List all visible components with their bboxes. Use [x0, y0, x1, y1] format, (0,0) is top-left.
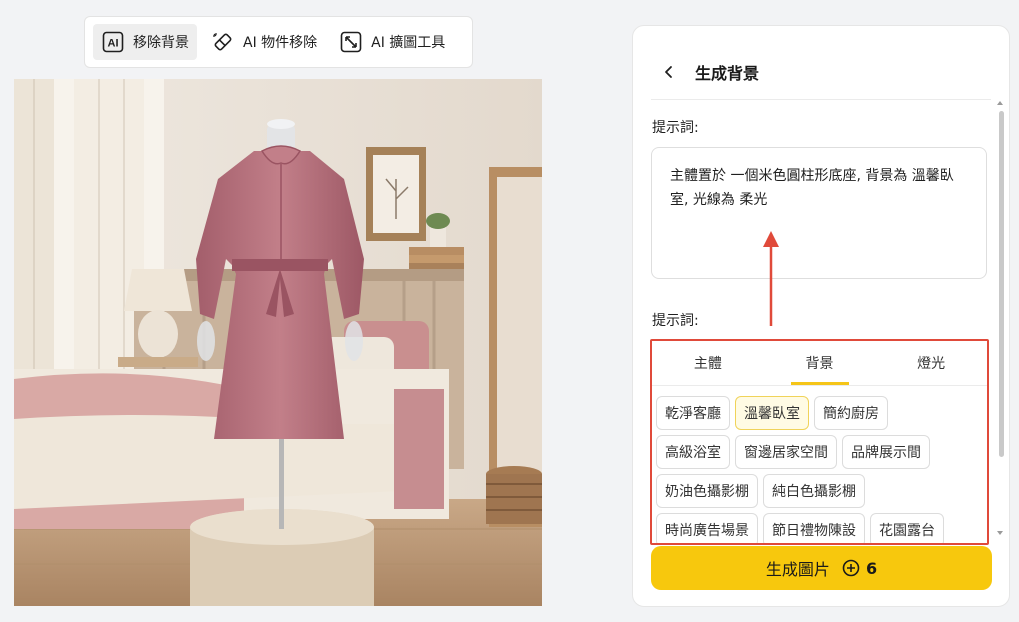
chip-cozy-bedroom[interactable]: 溫馨臥室: [735, 396, 809, 430]
product-image-canvas[interactable]: [14, 79, 542, 606]
scroll-up-arrow-icon[interactable]: [997, 101, 1003, 105]
back-button[interactable]: [651, 54, 687, 90]
tab-background-label: 背景: [805, 356, 834, 372]
panel-header: 生成背景: [651, 44, 991, 100]
active-tab-indicator: [790, 382, 849, 385]
tab-subject[interactable]: 主體: [652, 341, 764, 385]
chip-window-home-space[interactable]: 窗邊居家空間: [735, 435, 837, 469]
ai-expand-label: AI 擴圖工具: [371, 35, 446, 51]
panel-title: 生成背景: [695, 63, 760, 83]
prompt-label: 提示詞:: [652, 120, 699, 136]
ai-remove-bg-icon: AI: [102, 31, 124, 53]
prompt-textarea[interactable]: 主體置於 一個米色圓柱形底座, 背景為 溫馨臥室, 光線為 柔光: [651, 147, 987, 279]
credit-cost: 6: [865, 558, 878, 578]
chip-simple-kitchen[interactable]: 簡約廚房: [814, 396, 888, 430]
chip-row: 時尚廣告場景 節日禮物陳設 花園露台: [656, 513, 986, 543]
svg-text:AI: AI: [108, 38, 119, 50]
scroll-down-arrow-icon[interactable]: [997, 531, 1003, 535]
edit-toolbar: AI 移除背景 AI 物件移除 AI 擴圖工具: [84, 16, 473, 68]
eraser-icon: [213, 33, 232, 51]
ai-object-removal-button[interactable]: AI 物件移除: [203, 24, 325, 60]
preset-tag-area: 主體 背景 燈光 乾淨客廳 溫馨臥室 簡約廚房 高級浴室 窗邊居家空間 品牌展示…: [650, 339, 989, 545]
tab-lighting-label: 燈光: [917, 356, 946, 372]
red-annotation-arrow-icon: [763, 231, 779, 326]
panel-scrollbar[interactable]: [997, 101, 1004, 535]
expand-icon: [340, 31, 362, 53]
ai-expand-button[interactable]: AI 擴圖工具: [331, 24, 453, 60]
chip-row: 高級浴室 窗邊居家空間 品牌展示間: [656, 435, 986, 469]
chip-white-studio[interactable]: 純白色攝影棚: [763, 474, 865, 508]
generate-image-label: 生成圖片: [765, 560, 830, 579]
preset-tabs: 主體 背景 燈光: [652, 341, 987, 386]
chip-row: 奶油色攝影棚 純白色攝影棚: [656, 474, 986, 508]
background-preset-list: 乾淨客廳 溫馨臥室 簡約廚房 高級浴室 窗邊居家空間 品牌展示間 奶油色攝影棚 …: [656, 396, 986, 543]
scrollbar-thumb[interactable]: [999, 111, 1004, 457]
remove-background-button[interactable]: AI 移除背景: [93, 24, 197, 60]
chip-luxury-bathroom[interactable]: 高級浴室: [656, 435, 730, 469]
chip-cream-studio[interactable]: 奶油色攝影棚: [656, 474, 758, 508]
chip-clean-living-room[interactable]: 乾淨客廳: [656, 396, 730, 430]
chip-brand-showroom[interactable]: 品牌展示間: [842, 435, 930, 469]
remove-background-label: 移除背景: [133, 35, 189, 51]
ai-object-removal-label: AI 物件移除: [243, 35, 318, 51]
chevron-left-icon: [665, 65, 672, 78]
chip-row: 乾淨客廳 溫馨臥室 簡約廚房: [656, 396, 986, 430]
tab-lighting[interactable]: 燈光: [875, 341, 987, 385]
bedroom-scene-image: [14, 79, 542, 606]
preset-label: 提示詞:: [652, 313, 699, 329]
chip-garden-terrace[interactable]: 花園露台: [870, 513, 944, 543]
chip-holiday-gift-display[interactable]: 節日禮物陳設: [763, 513, 865, 543]
tab-subject-label: 主體: [693, 356, 722, 372]
generate-image-button[interactable]: 生成圖片 6: [651, 546, 992, 590]
tab-background[interactable]: 背景: [764, 341, 876, 385]
generate-background-panel: 生成背景 提示詞: 主體置於 一個米色圓柱形底座, 背景為 溫馨臥室, 光線為 …: [632, 25, 1010, 607]
credit-plus-icon: [842, 559, 860, 577]
chip-fashion-ad-scene[interactable]: 時尚廣告場景: [656, 513, 758, 543]
